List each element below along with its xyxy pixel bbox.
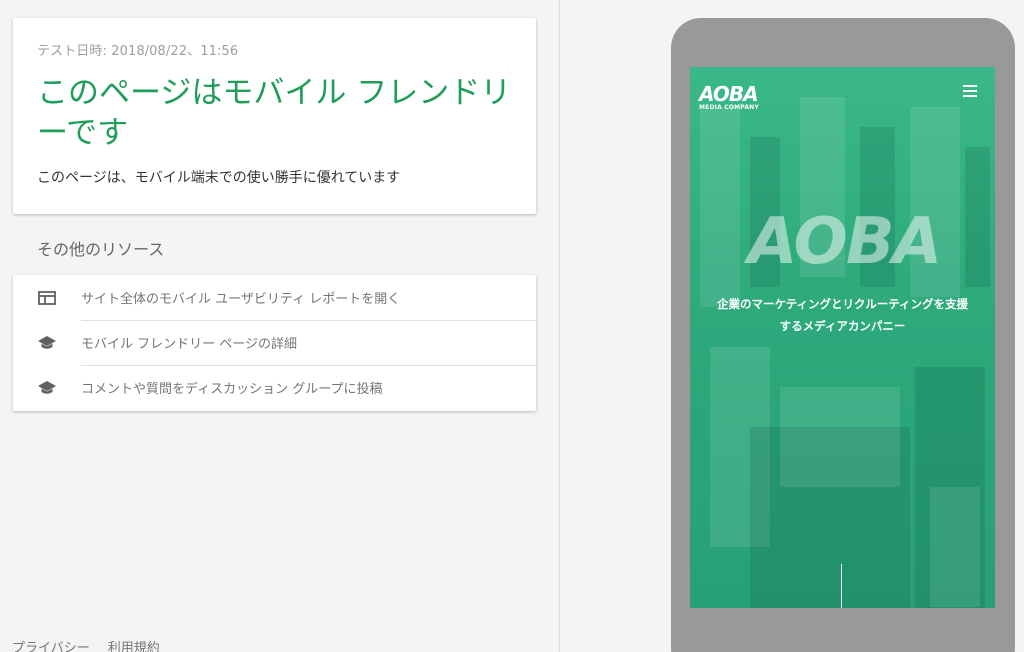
resource-item-usability-report[interactable]: サイト全体のモバイル ユーザビリティ レポートを開く xyxy=(13,275,536,320)
hero-logo: AOBA xyxy=(747,205,942,279)
school-icon xyxy=(13,335,81,351)
hero-tagline: 企業のマーケティングとリクルーティングを支援 するメディアカンパニー xyxy=(690,293,995,337)
resource-list: サイト全体のモバイル ユーザビリティ レポートを開く モバイル フレンドリー ペ… xyxy=(13,275,536,411)
resource-item-label: サイト全体のモバイル ユーザビリティ レポートを開く xyxy=(81,292,401,307)
site-logo[interactable]: AOBA MEDIA COMPANY xyxy=(699,84,759,111)
phone-frame: AOBA MEDIA COMPANY AOBA 企業のマーケティングとリクルーテ… xyxy=(671,18,1015,652)
privacy-link[interactable]: プライバシー xyxy=(12,637,90,652)
preview-pane: AOBA MEDIA COMPANY AOBA 企業のマーケティングとリクルーテ… xyxy=(560,0,1024,652)
results-pane: テスト日時: 2018/08/22、11:56 このページはモバイル フレンドリ… xyxy=(0,0,559,652)
result-card: テスト日時: 2018/08/22、11:56 このページはモバイル フレンドリ… xyxy=(13,18,536,214)
footer: プライバシー 利用規約 xyxy=(12,637,160,652)
resources-heading: その他のリソース xyxy=(37,240,165,259)
scroll-indicator xyxy=(841,564,842,608)
hero-tagline-line: するメディアカンパニー xyxy=(779,319,906,333)
school-icon xyxy=(13,380,81,396)
test-date: テスト日時: 2018/08/22、11:56 xyxy=(37,44,239,59)
hero-tagline-line: 企業のマーケティングとリクルーティングを支援 xyxy=(716,297,969,311)
result-description: このページは、モバイル端末での使い勝手に優れています xyxy=(37,170,401,186)
site-logo-subtitle: MEDIA COMPANY xyxy=(699,104,759,111)
resource-item-learn-more[interactable]: モバイル フレンドリー ページの詳細 xyxy=(13,320,536,365)
hamburger-menu-icon[interactable] xyxy=(963,85,977,97)
resource-item-label: モバイル フレンドリー ページの詳細 xyxy=(81,337,298,352)
site-logo-text: AOBA xyxy=(699,82,759,106)
resource-item-discussion-group[interactable]: コメントや質問をディスカッション グループに投稿 xyxy=(13,365,536,410)
report-icon xyxy=(13,290,81,305)
resource-item-label: コメントや質問をディスカッション グループに投稿 xyxy=(81,382,383,397)
terms-link[interactable]: 利用規約 xyxy=(108,637,160,652)
result-title: このページはモバイル フレンドリーです xyxy=(37,75,512,151)
page-preview-screenshot: AOBA MEDIA COMPANY AOBA 企業のマーケティングとリクルーテ… xyxy=(690,67,995,608)
